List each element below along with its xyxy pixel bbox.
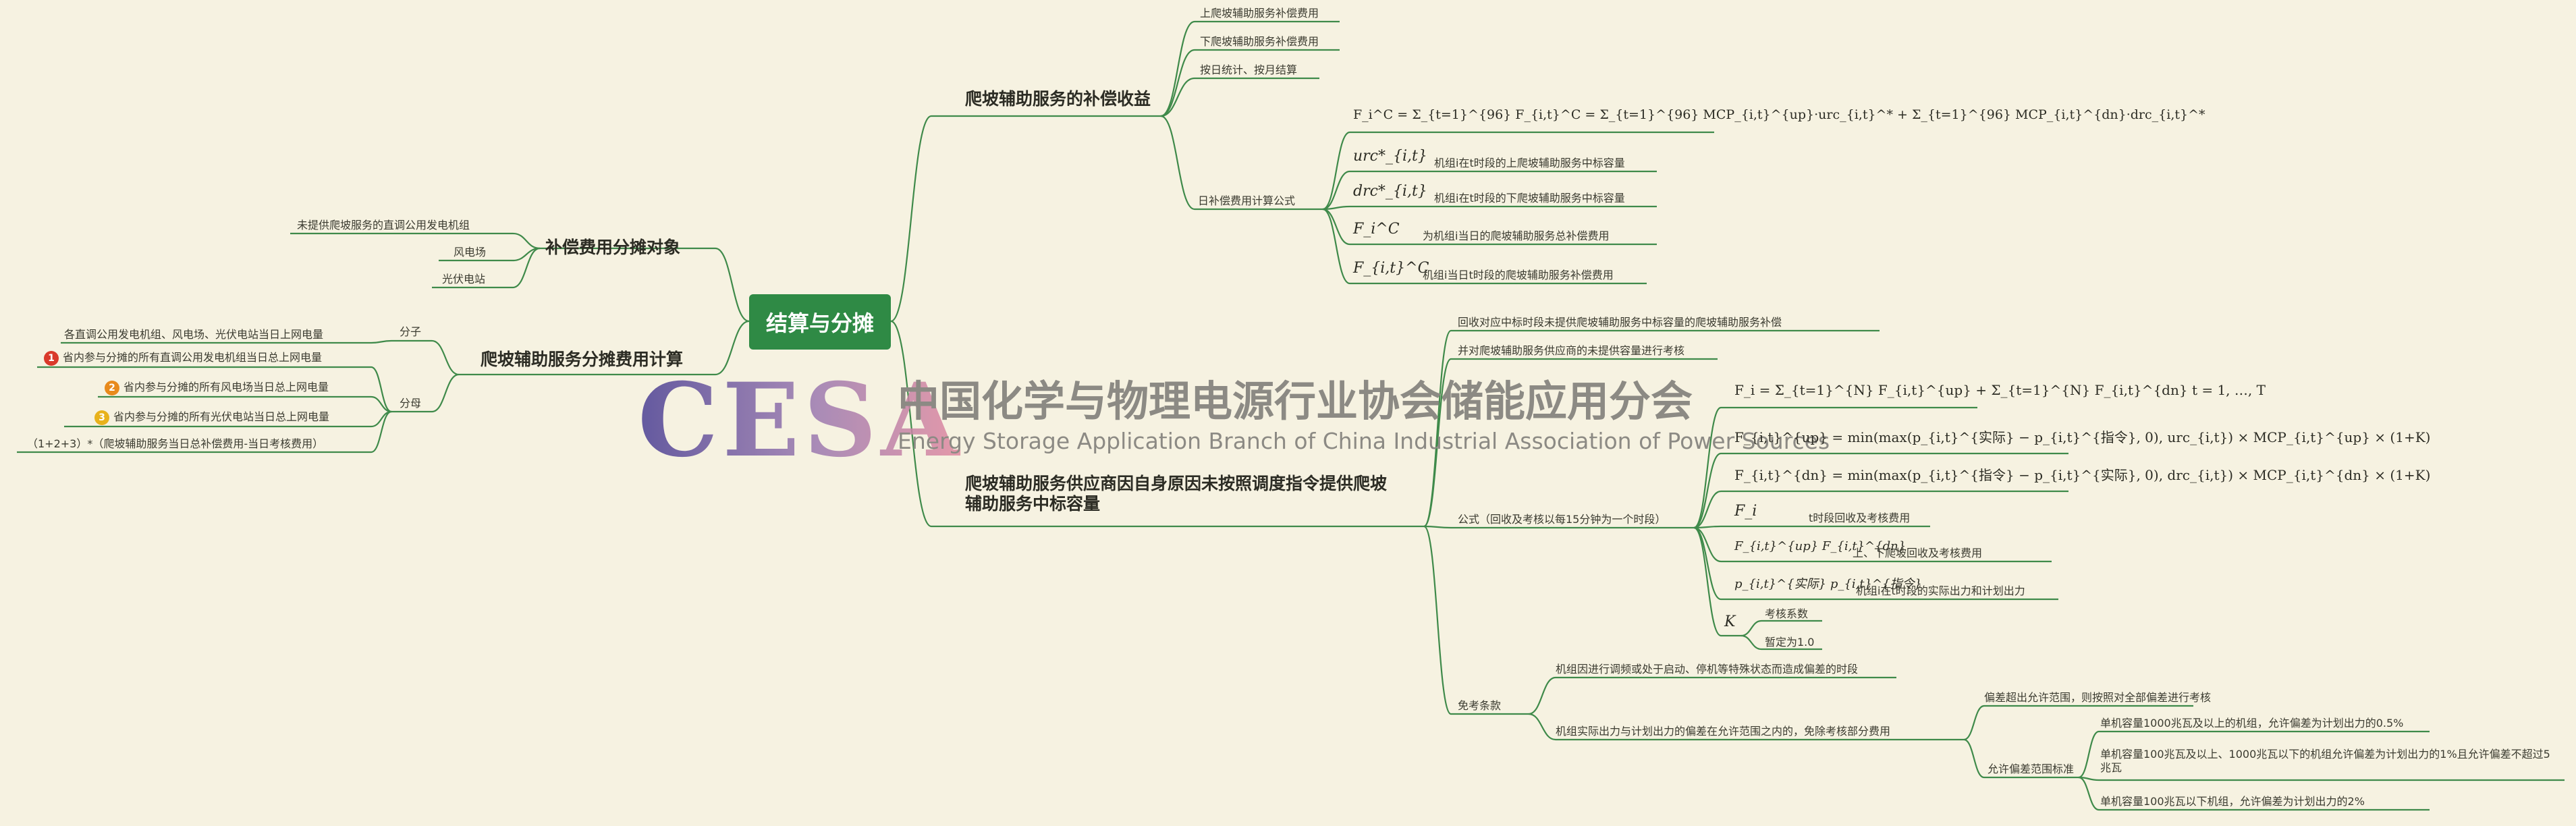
branch-allocation-objects[interactable]: 补偿费用分摊对象 xyxy=(545,238,680,258)
connector xyxy=(1741,634,1762,651)
def-k-value[interactable]: 暂定为1.0 xyxy=(1765,636,1814,649)
connector xyxy=(431,373,460,413)
allowed-deviation-1000mw[interactable]: 单机容量1000兆瓦及以上的机组，允许偏差为计划出力的0.5% xyxy=(2100,717,2403,730)
denominator-item-1[interactable]: 1 省内参与分摊的所有直调公用发电机组当日总上网电量 xyxy=(44,351,322,366)
connector xyxy=(512,232,541,250)
connector xyxy=(1963,705,1985,741)
connector xyxy=(371,410,392,453)
formula-fi: F_i = Σ_{t=1}^{N} F_{i,t}^{up} + Σ_{t=1}… xyxy=(1734,382,2266,398)
def-urc[interactable]: 机组i在t时段的上爬坡辅助服务中标容量 xyxy=(1434,157,1625,170)
deviation-exceeded[interactable]: 偏差超出允许范围，则按照对全部偏差进行考核 xyxy=(1984,691,2211,705)
def-fict[interactable]: 机组i当日t时段的爬坡辅助服务补偿费用 xyxy=(1423,269,1614,282)
connector xyxy=(1322,208,1350,285)
connector xyxy=(715,247,750,323)
connector xyxy=(1160,49,1195,117)
allowed-deviation-100-1000mw[interactable]: 单机容量100兆瓦及以上、1000兆瓦以下的机组允许偏差为计划出力的1%且允许偏… xyxy=(2100,748,2552,775)
numerator-text[interactable]: 各直调公用发电机组、风电场、光伏电站当日上网电量 xyxy=(64,328,323,341)
root-node[interactable]: 结算与分摊 xyxy=(749,294,891,350)
denominator-item-2[interactable]: 2 省内参与分摊的所有风电场当日总上网电量 xyxy=(105,381,329,395)
connector xyxy=(1528,713,1556,741)
def-fi[interactable]: t时段回收及考核费用 xyxy=(1809,512,1910,525)
node-recover-compensation[interactable]: 回收对应中标时段未提供爬坡辅助服务中标容量的爬坡辅助服务补偿 xyxy=(1458,316,1782,329)
object-pv-station[interactable]: 光伏电站 xyxy=(442,273,485,286)
def-drc[interactable]: 机组i在t时段的下爬坡辅助服务中标容量 xyxy=(1434,192,1625,205)
number-badge-1: 1 xyxy=(44,351,59,366)
allowed-deviation-standard[interactable]: 允许偏差范围标准 xyxy=(1988,763,2074,776)
number-badge-3: 3 xyxy=(94,410,109,425)
sym-k: K xyxy=(1724,613,1736,630)
node-daily-formula[interactable]: 日补偿费用计算公式 xyxy=(1198,194,1295,208)
node-exemption[interactable]: 免考条款 xyxy=(1458,699,1501,713)
node-assess-capacity[interactable]: 并对爬坡辅助服务供应商的未提供容量进行考核 xyxy=(1458,344,1684,358)
connector xyxy=(1423,525,1452,529)
formula-fi-dn: F_{i,t}^{dn} = min(max(p_{i,t}^{指令} − p_… xyxy=(1734,467,2431,483)
number-badge-2: 2 xyxy=(105,381,119,395)
node-denominator[interactable]: 分母 xyxy=(400,397,421,410)
node-formula-15min[interactable]: 公式（回收及考核以每15分钟为一个时段） xyxy=(1458,513,1666,526)
def-fi-up-dn[interactable]: 上、下爬坡回收及考核费用 xyxy=(1853,547,1982,560)
object-wind-farm[interactable]: 风电场 xyxy=(454,246,486,259)
branch-compensation-income[interactable]: 爬坡辅助服务的补偿收益 xyxy=(965,89,1151,109)
formula-fi-up: F_{i,t}^{up} = min(max(p_{i,t}^{实际} − p_… xyxy=(1734,429,2431,445)
connector xyxy=(1322,208,1350,246)
def-k[interactable]: 考核系数 xyxy=(1765,607,1808,621)
exempt-clause-1[interactable]: 机组因进行调频或处于启动、停机等特殊状态而造成偏差的时段 xyxy=(1556,663,1858,676)
connector xyxy=(1423,525,1452,715)
allowed-deviation-below-100mw[interactable]: 单机容量100兆瓦以下机组，允许偏差为计划出力的2% xyxy=(2100,795,2365,808)
node-settlement-cycle[interactable]: 按日统计、按月结算 xyxy=(1200,63,1297,77)
connector xyxy=(2078,730,2100,779)
allocation-result-formula[interactable]: （1+2+3）*（爬坡辅助服务当日总补偿费用-当日考核费用） xyxy=(27,437,323,451)
connector xyxy=(1963,738,1985,779)
sym-drc: drc*_{i,t} xyxy=(1353,183,1427,200)
sym-fict: F_{i,t}^C xyxy=(1353,260,1429,277)
denominator-item-3[interactable]: 3 省内参与分摊的所有光伏电站当日总上网电量 xyxy=(94,410,329,425)
connector xyxy=(1322,131,1350,211)
branch-recovery-assessment[interactable]: 爬坡辅助服务供应商因自身原因未按照调度指令提供爬坡辅助服务中标容量 xyxy=(965,474,1390,514)
connector xyxy=(371,339,392,344)
branch-allocation-calculation[interactable]: 爬坡辅助服务分摊费用计算 xyxy=(481,350,683,370)
connector xyxy=(431,339,460,376)
sym-fi: F_i xyxy=(1734,503,1757,520)
formula-daily-compensation: F_i^C = Σ_{t=1}^{96} F_{i,t}^C = Σ_{t=1}… xyxy=(1353,107,2205,122)
node-numerator[interactable]: 分子 xyxy=(400,325,421,339)
connector xyxy=(1322,170,1350,211)
def-fic[interactable]: 为机组i当日的爬坡辅助服务总补偿费用 xyxy=(1423,229,1609,243)
object-thermal-units[interactable]: 未提供爬坡服务的直调公用发电机组 xyxy=(297,219,470,232)
sym-fic: F_i^C xyxy=(1353,221,1400,238)
node-up-ramp-compensation[interactable]: 上爬坡辅助服务补偿费用 xyxy=(1200,7,1319,20)
connector xyxy=(890,115,932,323)
connector xyxy=(2078,776,2100,811)
connector xyxy=(1741,620,1762,637)
node-down-ramp-compensation[interactable]: 下爬坡辅助服务补偿费用 xyxy=(1200,35,1319,49)
def-p-actual-command[interactable]: 机组i在t时段的实际出力和计划出力 xyxy=(1856,584,2025,598)
connector xyxy=(1160,115,1195,211)
watermark-title-cn: 中国化学与物理电源行业协会储能应用分会 xyxy=(898,377,1693,426)
connector xyxy=(1693,526,1722,601)
watermark-title-en: Energy Storage Application Branch of Chi… xyxy=(898,428,1830,454)
exempt-clause-2[interactable]: 机组实际出力与计划出力的偏差在允许范围之内的，免除考核部分费用 xyxy=(1556,725,1890,738)
sym-urc: urc*_{i,t} xyxy=(1353,148,1427,165)
connector xyxy=(1528,676,1556,715)
connector xyxy=(1160,20,1195,117)
